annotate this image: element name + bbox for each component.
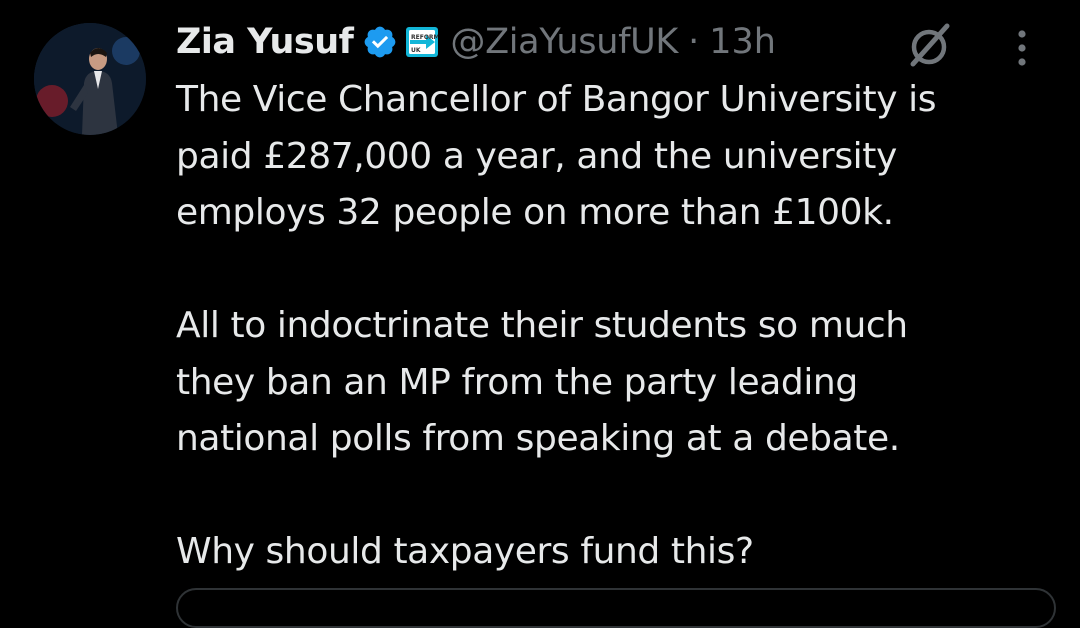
more-options-icon[interactable] — [1010, 26, 1034, 70]
tweet-paragraph: Why should taxpayers fund this? — [176, 524, 1056, 581]
reform-uk-affiliate-icon[interactable]: REFORM UK — [406, 27, 440, 57]
display-name[interactable]: Zia Yusuf — [176, 22, 354, 62]
tweet-line: they ban an MP from the party leading — [176, 361, 858, 403]
tweet-line: The Vice Chancellor of Bangor University… — [176, 79, 937, 120]
tweet-paragraph: The Vice Chancellor of Bangor University… — [176, 72, 1056, 242]
avatar[interactable] — [34, 23, 146, 135]
handle[interactable]: @ZiaYusufUK — [450, 22, 678, 62]
separator-dot: · — [688, 22, 700, 62]
tweet-line: employs 32 people on more than £100k. — [176, 192, 894, 233]
tweet-line: All to indoctrinate their students so mu… — [176, 305, 908, 346]
timestamp[interactable]: 13h — [709, 22, 776, 62]
tweet-text: The Vice Chancellor of Bangor University… — [176, 72, 1056, 581]
tweet-line: Why should taxpayers fund this? — [176, 531, 754, 572]
grok-icon[interactable] — [905, 20, 955, 70]
tweet-line: national polls from speaking at a debate… — [176, 418, 900, 459]
tweet-paragraph: All to indoctrinate their students so mu… — [176, 298, 1056, 468]
avatar-photo-icon — [34, 23, 146, 135]
affiliate-reform-text: REFORM — [411, 34, 438, 41]
affiliate-uk-text: UK — [411, 47, 421, 54]
tweet-line: paid £287,000 a year, and the university — [176, 135, 897, 177]
tweet[interactable]: Zia Yusuf REFORM UK @ZiaYusufUK · 13h Th… — [0, 0, 1080, 628]
quoted-media-card[interactable] — [176, 588, 1056, 628]
tweet-header: Zia Yusuf REFORM UK @ZiaYusufUK · 13h — [176, 14, 776, 70]
verified-badge-icon — [362, 24, 398, 60]
